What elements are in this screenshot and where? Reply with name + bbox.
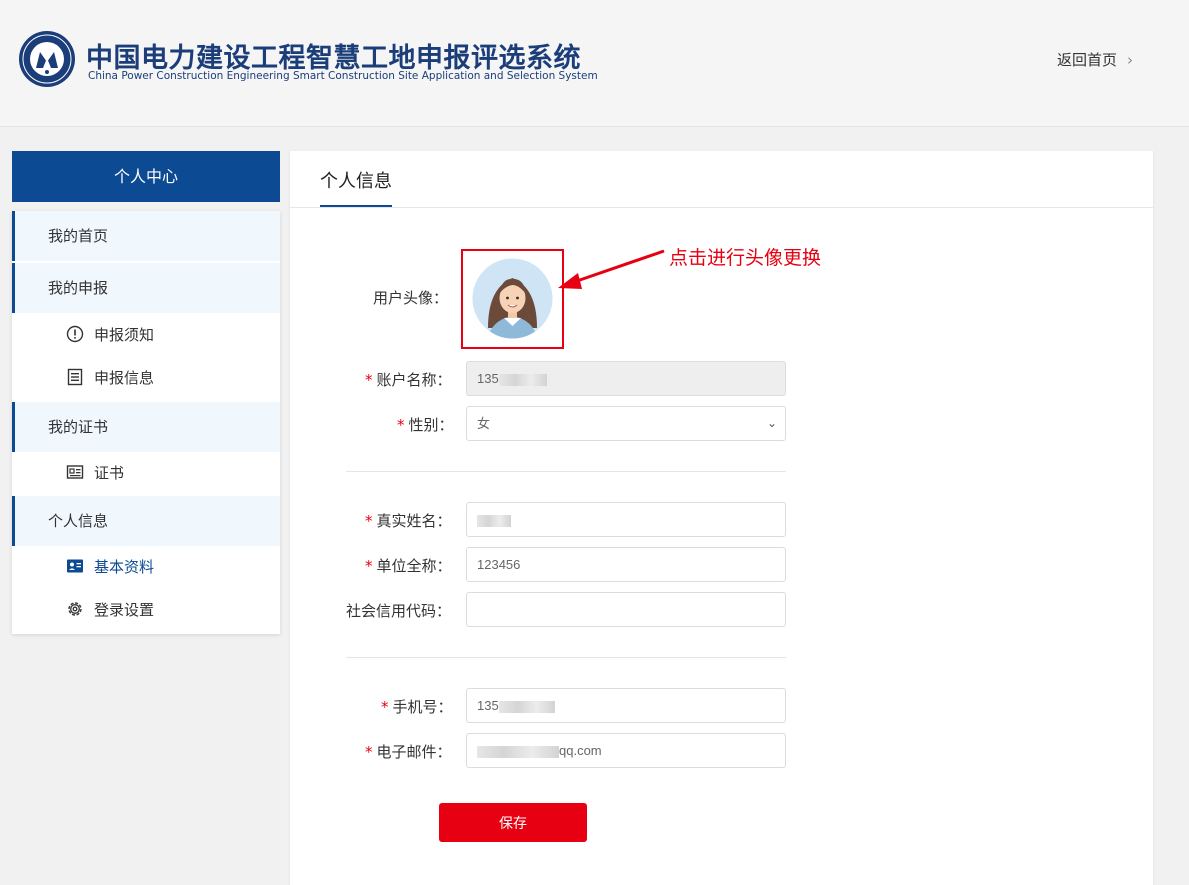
real-name-field[interactable] [466, 502, 786, 537]
sidebar-item-label: 申报须知 [94, 326, 155, 344]
site-subtitle: China Power Construction Engineering Sma… [88, 70, 598, 82]
avatar-label: 用户头像： [373, 289, 449, 307]
masked-value [477, 514, 511, 527]
sidebar-item-label: 申报信息 [94, 369, 155, 387]
avatar [472, 258, 553, 339]
callout-arrow-icon [558, 249, 665, 289]
masked-value [498, 373, 547, 386]
avatar-upload[interactable] [461, 249, 564, 349]
email-label-text: 电子邮件： [376, 743, 452, 761]
sidebar-group-application[interactable]: 我的申报 [12, 263, 280, 313]
required-mark: * [365, 512, 373, 530]
phone-label: * 手机号： [381, 696, 453, 717]
back-home-link[interactable]: 返回首页 › [1057, 49, 1133, 70]
sidebar-item-application-notice[interactable]: 申报须知 [12, 315, 280, 355]
save-button[interactable]: 保存 [439, 803, 587, 842]
tab-divider [290, 207, 1153, 208]
gender-select[interactable]: 女 ⌄ [466, 406, 786, 441]
required-mark: * [381, 698, 389, 716]
real-name-label: * 真实姓名： [365, 510, 452, 531]
account-name-field: 135 [466, 361, 786, 396]
email-field[interactable]: qq.com [466, 733, 786, 768]
gender-label-text: 性别： [408, 416, 454, 434]
company-label-text: 单位全称： [376, 557, 452, 575]
required-mark: * [365, 371, 373, 389]
company-label: * 单位全称： [365, 555, 452, 576]
form-divider [346, 471, 786, 472]
company-field[interactable]: 123456 [466, 547, 786, 582]
masked-value [498, 700, 555, 713]
sidebar-item-basic-profile[interactable]: 基本资料 [12, 547, 280, 587]
form-divider [346, 657, 786, 658]
account-name-label: * 账户名称： [365, 369, 452, 390]
account-name-label-text: 账户名称： [376, 371, 452, 389]
chevron-down-icon: ⌄ [766, 416, 777, 430]
sidebar-title: 个人中心 [12, 151, 280, 202]
phone-field[interactable]: 135 [466, 688, 786, 723]
avatar-change-hint: 点击进行头像更换 [669, 247, 822, 269]
required-mark: * [365, 743, 373, 761]
sidebar-item-application-info[interactable]: 申报信息 [12, 358, 280, 398]
gender-value: 女 [477, 416, 491, 431]
credit-code-label: 社会信用代码： [346, 602, 452, 620]
sidebar-item-label: 证书 [94, 464, 125, 482]
sidebar-item-label: 登录设置 [94, 601, 155, 619]
sidebar-item-certificate[interactable]: 证书 [12, 453, 280, 493]
email-value: qq.com [559, 743, 602, 758]
required-mark: * [365, 557, 373, 575]
logo-icon [19, 31, 75, 87]
sidebar-item-login-settings[interactable]: 登录设置 [12, 590, 280, 630]
masked-value [477, 745, 559, 758]
back-home-label: 返回首页 [1057, 51, 1118, 69]
sidebar-item-label: 基本资料 [94, 558, 155, 576]
document-list-icon [67, 368, 83, 386]
required-mark: * [397, 416, 405, 434]
main-panel: 个人信息 用户头像： 点击进行头像更换 * 账户名称： 135 * 性别： 女 … [290, 151, 1153, 885]
email-label: * 电子邮件： [365, 741, 452, 762]
real-name-label-text: 真实姓名： [376, 512, 452, 530]
id-card-icon [67, 559, 83, 573]
phone-label-text: 手机号： [392, 698, 453, 716]
certificate-icon [66, 465, 84, 479]
credit-code-field[interactable] [466, 592, 786, 627]
phone-value: 135 [477, 698, 499, 713]
account-name-value: 135 [477, 371, 499, 386]
sidebar-group-certificate[interactable]: 我的证书 [12, 402, 280, 452]
chevron-right-icon: › [1127, 51, 1134, 69]
gender-label: * 性别： [397, 414, 454, 435]
sidebar-group-home[interactable]: 我的首页 [12, 211, 280, 261]
info-circle-icon [66, 325, 84, 343]
sidebar-group-personal-info[interactable]: 个人信息 [12, 496, 280, 546]
gear-icon [68, 602, 82, 616]
header: 中国电力建设工程智慧工地申报评选系统 China Power Construct… [0, 0, 1189, 127]
sidebar-menu: 我的首页 我的申报 申报须知 申报信息 我的证书 证书 个人信息 基本资料 登录… [12, 211, 280, 634]
tab-personal-info[interactable]: 个人信息 [320, 167, 392, 208]
